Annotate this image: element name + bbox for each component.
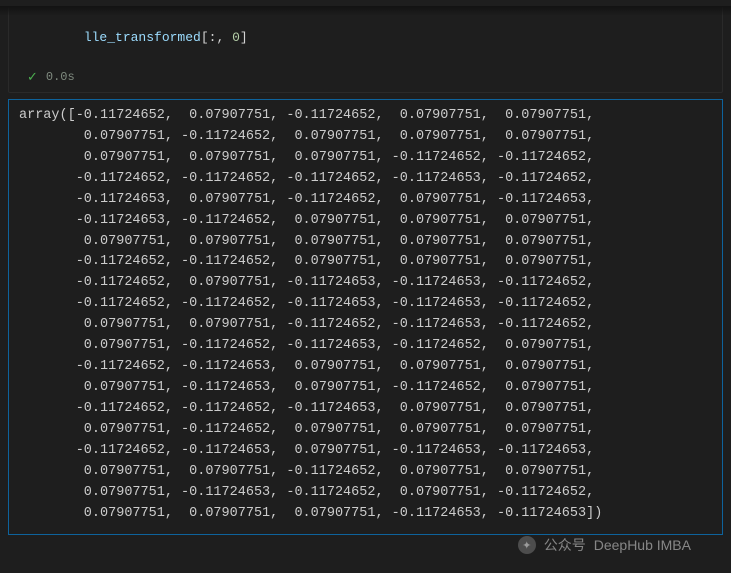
output-line: 0.07907751, -0.11724652, 0.07907751, 0.0… bbox=[19, 420, 712, 441]
output-line: 0.07907751, 0.07907751, 0.07907751, 0.07… bbox=[19, 232, 712, 253]
output-line: 0.07907751, -0.11724652, 0.07907751, 0.0… bbox=[19, 127, 712, 148]
output-line: 0.07907751, -0.11724652, -0.11724653, -0… bbox=[19, 336, 712, 357]
output-line: -0.11724652, -0.11724652, -0.11724652, -… bbox=[19, 169, 712, 190]
watermark-prefix: 公众号 bbox=[544, 535, 586, 555]
output-line: 0.07907751, 0.07907751, 0.07907751, -0.1… bbox=[19, 148, 712, 169]
output-line: 0.07907751, 0.07907751, 0.07907751, -0.1… bbox=[19, 504, 712, 525]
output-line: -0.11724653, 0.07907751, -0.11724652, 0.… bbox=[19, 190, 712, 211]
output-line: -0.11724653, -0.11724652, 0.07907751, 0.… bbox=[19, 211, 712, 232]
output-line: 0.07907751, 0.07907751, -0.11724652, -0.… bbox=[19, 315, 712, 336]
output-line: -0.11724652, -0.11724652, 0.07907751, 0.… bbox=[19, 252, 712, 273]
output-line: 0.07907751, 0.07907751, -0.11724652, 0.0… bbox=[19, 462, 712, 483]
output-line: 0.07907751, -0.11724653, -0.11724652, 0.… bbox=[19, 483, 712, 504]
check-icon: ✓ bbox=[27, 71, 38, 84]
notebook-output-cell[interactable]: array([-0.11724652, 0.07907751, -0.11724… bbox=[8, 99, 723, 535]
output-line: 0.07907751, -0.11724653, 0.07907751, -0.… bbox=[19, 378, 712, 399]
output-line: -0.11724652, -0.11724653, 0.07907751, 0.… bbox=[19, 357, 712, 378]
watermark: ✦ 公众号 DeepHub IMBA bbox=[518, 535, 691, 555]
output-line: -0.11724652, -0.11724652, -0.11724653, 0… bbox=[19, 399, 712, 420]
execution-status: ✓ 0.0s bbox=[9, 66, 722, 92]
code-token-number: 0 bbox=[232, 30, 240, 45]
output-line: array([-0.11724652, 0.07907751, -0.11724… bbox=[19, 106, 712, 127]
wechat-icon: ✦ bbox=[518, 536, 536, 554]
code-token-bracket: [ bbox=[201, 30, 209, 45]
array-output: array([-0.11724652, 0.07907751, -0.11724… bbox=[19, 106, 712, 524]
execution-time: 0.0s bbox=[46, 70, 75, 84]
output-line: -0.11724652, 0.07907751, -0.11724653, -0… bbox=[19, 273, 712, 294]
code-token-slice: :, bbox=[209, 30, 232, 45]
code-editor[interactable]: lle_transformed[:, 0] bbox=[9, 7, 722, 66]
output-line: -0.11724652, -0.11724652, -0.11724653, -… bbox=[19, 294, 712, 315]
code-token-variable: lle_transformed bbox=[84, 30, 201, 45]
code-token-bracket: ] bbox=[240, 30, 248, 45]
notebook-input-cell[interactable]: lle_transformed[:, 0] ✓ 0.0s bbox=[8, 6, 723, 93]
output-line: -0.11724652, -0.11724653, 0.07907751, -0… bbox=[19, 441, 712, 462]
watermark-name: DeepHub IMBA bbox=[594, 537, 691, 553]
